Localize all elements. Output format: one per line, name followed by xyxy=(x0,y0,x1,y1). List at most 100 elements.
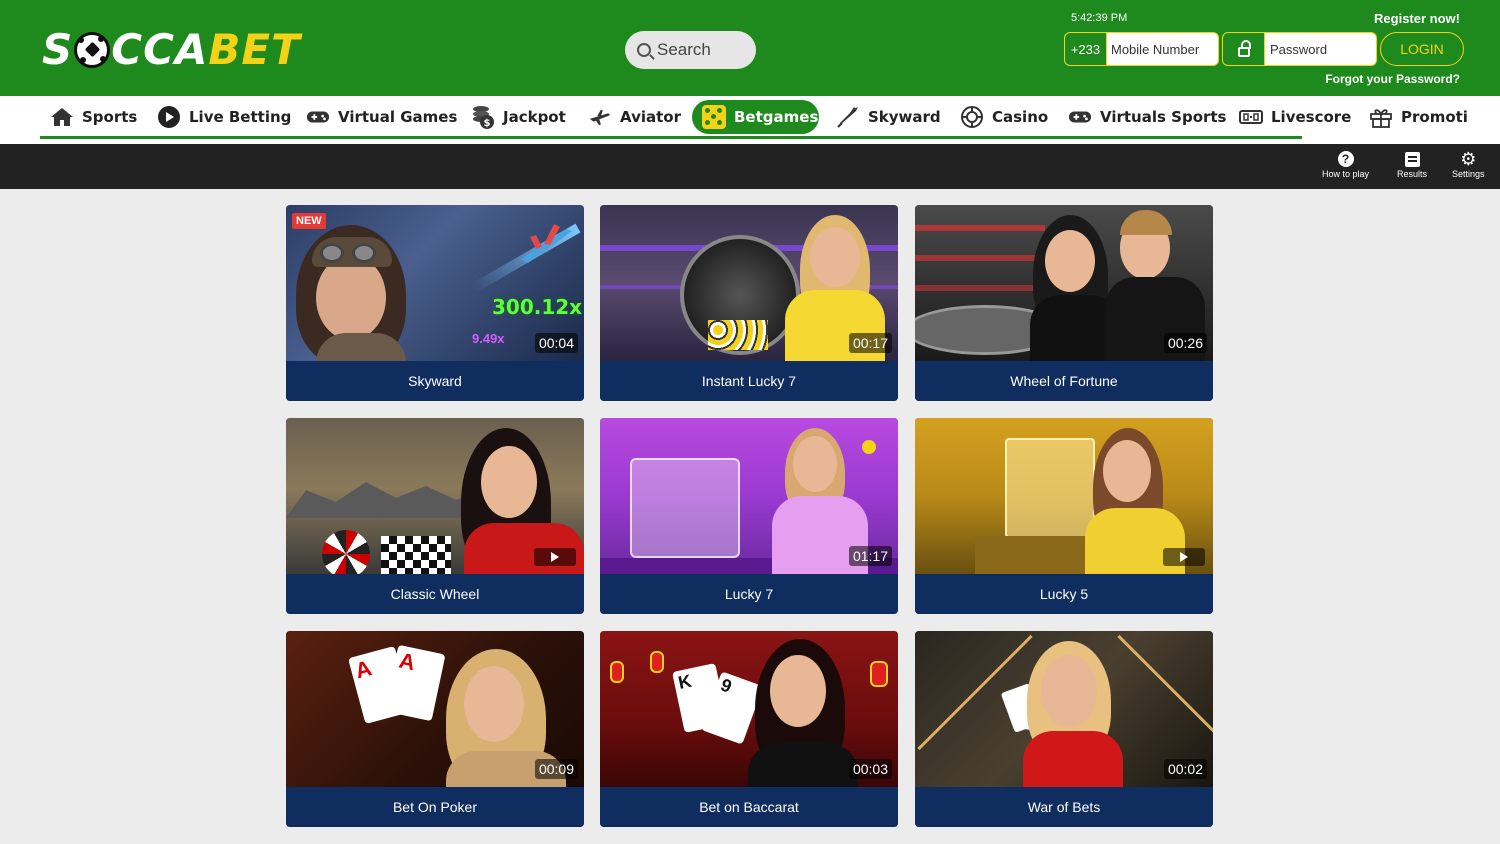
nav-item-jackpot[interactable]: $ Jackpot xyxy=(471,100,566,134)
game-card-bet-on-baccarat[interactable]: K 9 00:03 Bet on Baccarat xyxy=(600,631,898,827)
game-title: Lucky 7 xyxy=(600,574,898,614)
password-input[interactable]: Password xyxy=(1265,33,1376,65)
lantern-icon xyxy=(610,661,624,683)
lock-icon xyxy=(1237,40,1251,57)
nav-label: Betgames xyxy=(734,108,819,126)
play-video-icon[interactable] xyxy=(534,548,576,566)
game-title: Bet on Baccarat xyxy=(600,787,898,827)
gamepad-icon xyxy=(1068,106,1092,128)
game-card-skyward[interactable]: NEW 300.12x 9.49x 00:04 Skyward xyxy=(286,205,584,401)
game-thumbnail: NEW 300.12x 9.49x 00:04 xyxy=(286,205,584,361)
nav-item-virtual-games[interactable]: Virtual Games xyxy=(306,100,457,134)
nav-item-betgames[interactable]: Betgames xyxy=(692,100,819,134)
lottery-machine xyxy=(1005,438,1095,538)
game-title: Classic Wheel xyxy=(286,574,584,614)
gamepad-icon xyxy=(306,106,330,128)
game-thumbnail: 00:26 xyxy=(915,205,1213,361)
settings-button[interactable]: ⚙ Settings xyxy=(1452,149,1485,179)
coins-icon: $ xyxy=(471,106,495,129)
lottery-drum xyxy=(630,458,740,558)
sub-multiplier-text: 9.49x xyxy=(472,331,505,346)
settings-label: Settings xyxy=(1452,169,1485,179)
nav-label: Sports xyxy=(82,108,138,126)
game-title: Bet On Poker xyxy=(286,787,584,827)
nav-item-skyward[interactable]: Skyward xyxy=(836,100,941,134)
game-card-instant-lucky-7[interactable]: 00:17 Instant Lucky 7 xyxy=(600,205,898,401)
game-thumbnail: K 9 00:03 xyxy=(600,631,898,787)
roulette-wheel xyxy=(322,530,370,574)
nav-label: Jackpot xyxy=(503,108,566,126)
game-timer: 00:03 xyxy=(848,759,892,779)
nav-label: Virtual Games xyxy=(338,108,458,126)
lantern-icon xyxy=(870,661,888,687)
search-input[interactable]: Search xyxy=(625,31,756,69)
gift-icon xyxy=(1369,106,1393,128)
nav-item-promotions[interactable]: Promoti xyxy=(1369,100,1468,134)
lantern-icon xyxy=(650,651,664,673)
nav-item-livescore[interactable]: Livescore xyxy=(1239,100,1351,134)
game-timer: 00:02 xyxy=(1163,759,1207,779)
play-video-icon[interactable] xyxy=(1163,548,1205,566)
game-card-lucky-5[interactable]: Lucky 5 xyxy=(915,418,1213,614)
game-title: Wheel of Fortune xyxy=(915,361,1213,401)
forgot-password-link[interactable]: Forgot your Password? xyxy=(1325,72,1460,86)
game-thumbnail: 01:17 xyxy=(600,418,898,574)
logo-text-bet: BET xyxy=(208,25,301,74)
play-circle-icon xyxy=(157,106,181,128)
betgames-toolbar: ? How to play Results ⚙ Settings xyxy=(0,144,1500,189)
main-nav: Sports Live Betting Virtual Games $ Jack… xyxy=(0,96,1500,144)
search-icon xyxy=(637,43,651,57)
game-timer: 01:17 xyxy=(848,546,892,566)
game-card-classic-wheel[interactable]: Classic Wheel xyxy=(286,418,584,614)
search-placeholder: Search xyxy=(657,40,711,59)
game-thumbnail: A A 00:09 xyxy=(286,631,584,787)
mobile-number-input[interactable]: Mobile Number xyxy=(1107,33,1218,65)
nav-label: Livescore xyxy=(1271,108,1352,126)
results-icon xyxy=(1404,151,1420,167)
game-timer: 00:04 xyxy=(534,333,578,353)
game-timer: 00:09 xyxy=(534,759,578,779)
how-to-play-label: How to play xyxy=(1322,169,1370,179)
game-timer: 00:26 xyxy=(1163,333,1207,353)
game-card-lucky-7[interactable]: 01:17 Lucky 7 xyxy=(600,418,898,614)
game-card-wheel-of-fortune[interactable]: 00:26 Wheel of Fortune xyxy=(915,205,1213,401)
game-thumbnail xyxy=(915,418,1213,574)
nav-label: Promoti xyxy=(1401,108,1468,126)
game-title: Lucky 5 xyxy=(915,574,1213,614)
svg-text:$: $ xyxy=(484,118,491,129)
nav-label: Skyward xyxy=(868,108,941,126)
password-field[interactable]: Password xyxy=(1222,32,1377,66)
plane-icon xyxy=(588,106,612,128)
nav-label: Casino xyxy=(992,108,1049,126)
mobile-number-field[interactable]: +233 Mobile Number xyxy=(1064,32,1219,66)
soccer-ball-icon xyxy=(74,32,111,68)
multiplier-text: 300.12x xyxy=(492,295,583,319)
phone-country-prefix: +233 xyxy=(1065,33,1107,65)
nav-item-virtuals-sports[interactable]: Virtuals Sports xyxy=(1068,100,1227,134)
how-to-play-button[interactable]: ? How to play xyxy=(1322,151,1369,179)
game-thumbnail: 00:17 xyxy=(600,205,898,361)
new-badge: NEW xyxy=(292,213,326,229)
soccabet-logo[interactable]: S CCABET xyxy=(42,28,301,72)
results-button[interactable]: Results xyxy=(1397,151,1427,179)
logo-text-cca: CCA xyxy=(111,25,209,74)
game-card-bet-on-poker[interactable]: A A 00:09 Bet On Poker xyxy=(286,631,584,827)
login-button[interactable]: LOGIN xyxy=(1380,32,1464,66)
nav-item-aviator[interactable]: Aviator xyxy=(588,100,681,134)
gear-icon: ⚙ xyxy=(1460,149,1477,169)
nav-label: Virtuals Sports xyxy=(1100,108,1227,126)
home-icon xyxy=(50,106,74,128)
game-timer: 00:17 xyxy=(848,333,892,353)
nav-label: Live Betting xyxy=(189,108,292,126)
casino-chip-icon xyxy=(960,106,984,128)
plane-icon xyxy=(521,224,572,263)
nav-item-sports[interactable]: Sports xyxy=(50,100,137,134)
game-title: Skyward xyxy=(286,361,584,401)
game-card-war-of-bets[interactable]: 00:02 War of Bets xyxy=(915,631,1213,827)
nav-item-live-betting[interactable]: Live Betting xyxy=(157,100,291,134)
register-link[interactable]: Register now! xyxy=(1374,11,1460,26)
nav-underline xyxy=(40,136,1302,139)
site-header: S CCABET Search 5:42:39 PM Register now! … xyxy=(0,0,1500,96)
scoreboard-icon xyxy=(1239,106,1263,128)
nav-item-casino[interactable]: Casino xyxy=(960,100,1048,134)
